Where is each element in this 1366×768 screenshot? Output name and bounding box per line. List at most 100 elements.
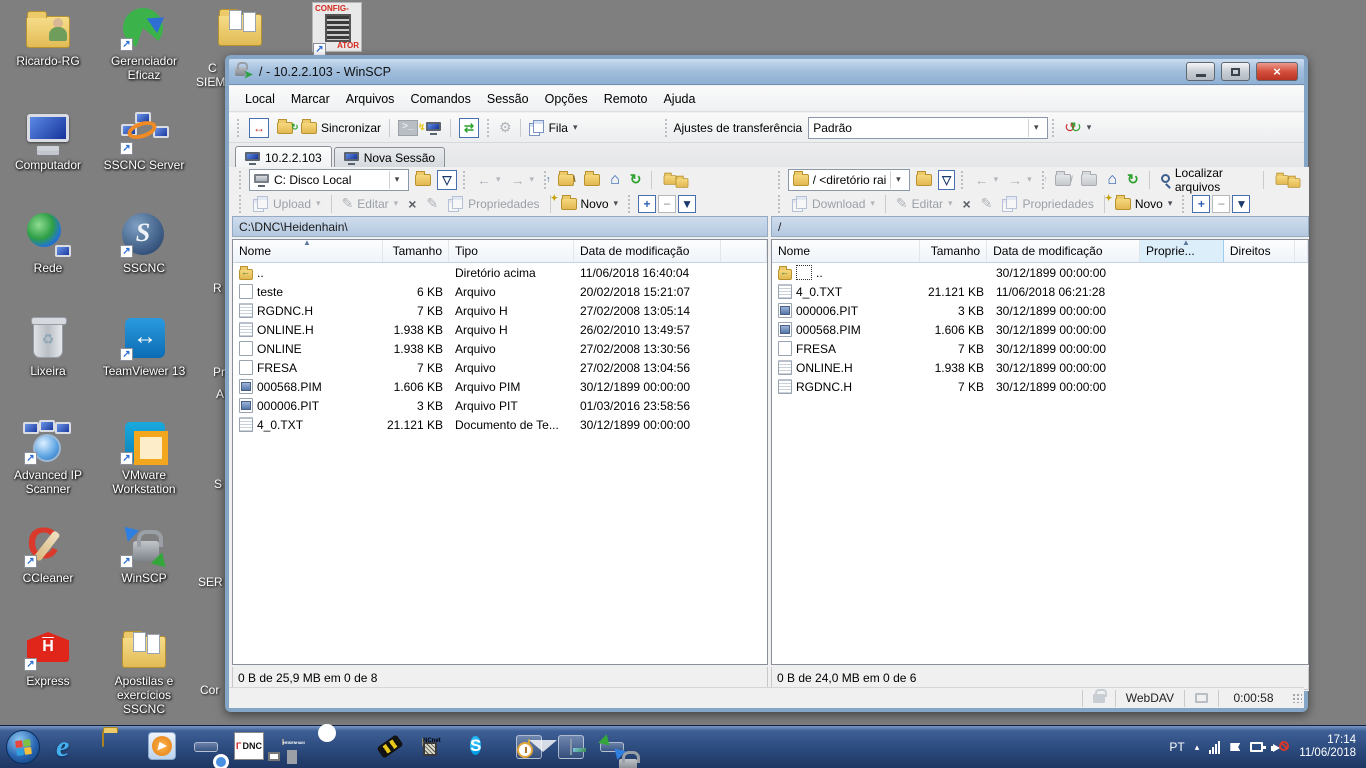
local-properties-button[interactable]: Propriedades bbox=[444, 194, 543, 214]
compare-directories-button[interactable]: ↔ bbox=[245, 116, 273, 140]
remote-new-button[interactable]: ✦Novo▾ bbox=[1111, 195, 1177, 213]
local-expand-button[interactable]: + bbox=[638, 195, 656, 213]
session-timer[interactable]: 0:00:58 bbox=[1218, 690, 1288, 707]
find-files-button[interactable]: Localizar arquivos bbox=[1156, 164, 1258, 196]
remote-open-directory-button[interactable] bbox=[912, 172, 936, 188]
tab-new-session[interactable]: Nova Sessão bbox=[334, 147, 445, 167]
file-row[interactable]: ONLINE.H 1.938 KB Arquivo H 26/02/2010 1… bbox=[233, 320, 767, 339]
taskbar-media-player[interactable]: ▶ bbox=[148, 732, 178, 762]
action-center-flag-icon[interactable] bbox=[1230, 743, 1240, 751]
file-row[interactable]: .. Diretório acima 11/06/2018 16:40:04 bbox=[233, 263, 767, 282]
protocol-status[interactable]: WebDAV bbox=[1115, 690, 1184, 707]
preferences-button[interactable]: ⚙ bbox=[495, 117, 516, 138]
remote-directory-combo[interactable]: / <diretório rai▾ bbox=[788, 169, 911, 191]
transfer-preset-combo[interactable]: Padrão▾ bbox=[808, 117, 1048, 139]
remote-home-button[interactable]: ⌂ bbox=[1103, 169, 1121, 191]
file-row[interactable]: 000006.PIT 3 KB Arquivo PIT 01/03/2016 2… bbox=[233, 396, 767, 415]
menu-sessao[interactable]: Sessão bbox=[479, 89, 537, 109]
column-header-tipo[interactable]: Tipo bbox=[449, 240, 574, 262]
remote-root-directory-button[interactable]: / bbox=[1077, 172, 1101, 188]
desktop-icon-rede[interactable]: Rede bbox=[2, 213, 94, 275]
desktop-icon-advanced-ip-scanner[interactable]: ↗ Advanced IP Scanner bbox=[2, 420, 94, 496]
column-header-data[interactable]: Data de modificação bbox=[987, 240, 1140, 262]
desktop-icon-express[interactable]: H↗ Express bbox=[2, 626, 94, 688]
local-back-button[interactable]: ←▾ bbox=[473, 170, 505, 190]
menu-arquivos[interactable]: Arquivos bbox=[338, 89, 403, 109]
local-new-button[interactable]: ✦Novo▾ bbox=[557, 195, 623, 213]
desktop-icon-ccleaner[interactable]: C↗ CCleaner bbox=[2, 523, 94, 585]
file-row[interactable]: 000568.PIM 1.606 KB Arquivo PIM 30/12/18… bbox=[233, 377, 767, 396]
remote-properties-button[interactable]: Propriedades bbox=[998, 194, 1097, 214]
menu-remoto[interactable]: Remoto bbox=[596, 89, 656, 109]
taskbar-file-explorer[interactable] bbox=[102, 732, 132, 762]
close-button[interactable]: × bbox=[1256, 62, 1298, 81]
file-row-selected[interactable]: .. 30/12/1899 00:00:00 bbox=[772, 263, 1308, 282]
file-row[interactable]: 000006.PIT 3 KB 30/12/1899 00:00:00 bbox=[772, 301, 1308, 320]
lock-status[interactable] bbox=[1082, 690, 1115, 707]
taskbar-ncnet-app[interactable]: NCnet bbox=[422, 732, 454, 762]
remote-command-button[interactable]: ↯ bbox=[422, 120, 446, 136]
column-header-direitos[interactable]: Direitos bbox=[1224, 240, 1295, 262]
local-filter2-button[interactable]: ▼ bbox=[678, 195, 696, 213]
local-filter-button[interactable]: ▽ bbox=[437, 170, 457, 190]
desktop-icon-configurator[interactable]: CONFIG- ATOR ↗ bbox=[288, 2, 388, 54]
column-header-tamanho[interactable]: Tamanho bbox=[383, 240, 449, 262]
volume-muted-icon[interactable] bbox=[1273, 740, 1289, 754]
taskbar-connector-app[interactable] bbox=[376, 732, 406, 762]
file-row[interactable]: RGDNC.H 7 KB Arquivo H 27/02/2008 13:05:… bbox=[233, 301, 767, 320]
file-row[interactable]: teste 6 KB Arquivo 20/02/2018 15:21:07 bbox=[233, 282, 767, 301]
desktop-icon-siemens-folder[interactable] bbox=[194, 4, 286, 50]
remote-session-status[interactable] bbox=[1184, 690, 1218, 707]
tab-session-10-2-2-103[interactable]: 10.2.2.103 bbox=[235, 146, 332, 168]
menu-opcoes[interactable]: Opções bbox=[537, 89, 596, 109]
local-path-bar[interactable]: C:\DNC\Heidenhain\ bbox=[232, 216, 768, 237]
remote-filter-button[interactable]: ▽ bbox=[938, 170, 955, 190]
remote-refresh-button[interactable]: ↻ bbox=[1123, 169, 1143, 190]
menu-ajuda[interactable]: Ajuda bbox=[655, 89, 703, 109]
transfer-preset-cycle-button[interactable]: ↺↻▾ bbox=[1060, 117, 1095, 138]
desktop-icon-vmware[interactable]: ↗ VMware Workstation bbox=[98, 420, 190, 496]
file-row[interactable]: 4_0.TXT 21.121 KB 11/06/2018 06:21:28 bbox=[772, 282, 1308, 301]
file-row[interactable]: ONLINE.H 1.938 KB 30/12/1899 00:00:00 bbox=[772, 358, 1308, 377]
remote-edit-button[interactable]: ✎Editar▾ bbox=[892, 193, 957, 214]
local-collapse-button[interactable]: − bbox=[658, 195, 676, 213]
local-root-directory-button[interactable]: \ bbox=[580, 172, 604, 188]
taskbar-window-app[interactable] bbox=[558, 735, 584, 759]
local-edit-button[interactable]: ✎Editar▾ bbox=[338, 193, 403, 214]
column-header-data[interactable]: Data de modificação bbox=[574, 240, 721, 262]
remote-expand-button[interactable]: + bbox=[1192, 195, 1210, 213]
local-forward-button[interactable]: →▾ bbox=[507, 170, 539, 190]
local-drive-combo[interactable]: C: Disco Local▾ bbox=[249, 169, 409, 191]
local-open-directory-button[interactable] bbox=[411, 172, 435, 188]
download-button[interactable]: Download▾ bbox=[788, 194, 879, 214]
maximize-button[interactable] bbox=[1221, 62, 1250, 81]
column-header-nome[interactable]: Nome bbox=[772, 240, 920, 262]
local-refresh-button[interactable]: ↻ bbox=[626, 169, 646, 190]
language-indicator[interactable]: PT bbox=[1169, 740, 1184, 754]
network-signal-icon[interactable] bbox=[1209, 741, 1220, 754]
file-row[interactable]: 000568.PIM 1.606 KB 30/12/1899 00:00:00 bbox=[772, 320, 1308, 339]
desktop-icon-winscp[interactable]: ↗ WinSCP bbox=[98, 523, 190, 585]
desktop-icon-sscnc-server[interactable]: ↗ SSCNC Server bbox=[98, 110, 190, 172]
resize-grip[interactable] bbox=[1292, 693, 1302, 703]
remote-tree-button[interactable] bbox=[1270, 169, 1306, 191]
remote-forward-button[interactable]: →▾ bbox=[1004, 170, 1036, 190]
start-button[interactable] bbox=[6, 730, 40, 764]
taskbar-heidenhain-app[interactable]: HEIDENHAIN bbox=[282, 732, 314, 762]
desktop-icon-gerenciador-eficaz[interactable]: ↗ Gerenciador Eficaz bbox=[98, 6, 190, 82]
desktop-icon-teamviewer[interactable]: ↔↗ TeamViewer 13 bbox=[98, 316, 190, 378]
network-connection-icon[interactable] bbox=[1250, 742, 1263, 752]
local-rename-button[interactable]: ✎ bbox=[422, 193, 442, 214]
local-tree-button[interactable] bbox=[658, 169, 694, 191]
file-row[interactable]: 4_0.TXT 21.121 KB Documento de Te... 30/… bbox=[233, 415, 767, 434]
taskbar-winscp[interactable] bbox=[600, 742, 624, 752]
minimize-button[interactable] bbox=[1186, 62, 1215, 81]
remote-back-button[interactable]: ←▾ bbox=[971, 170, 1003, 190]
title-bar[interactable]: ➤ / - 10.2.2.103 - WinSCP × bbox=[229, 59, 1304, 85]
queue-button[interactable]: Fila▾ bbox=[525, 118, 582, 138]
file-row[interactable]: ONLINE 1.938 KB Arquivo 27/02/2008 13:30… bbox=[233, 339, 767, 358]
remote-filter2-button[interactable]: ▼ bbox=[1232, 195, 1250, 213]
file-row[interactable]: FRESA 7 KB Arquivo 27/02/2008 13:04:56 bbox=[233, 358, 767, 377]
desktop-icon-lixeira[interactable]: ♻ Lixeira bbox=[2, 316, 94, 378]
menu-comandos[interactable]: Comandos bbox=[402, 89, 478, 109]
